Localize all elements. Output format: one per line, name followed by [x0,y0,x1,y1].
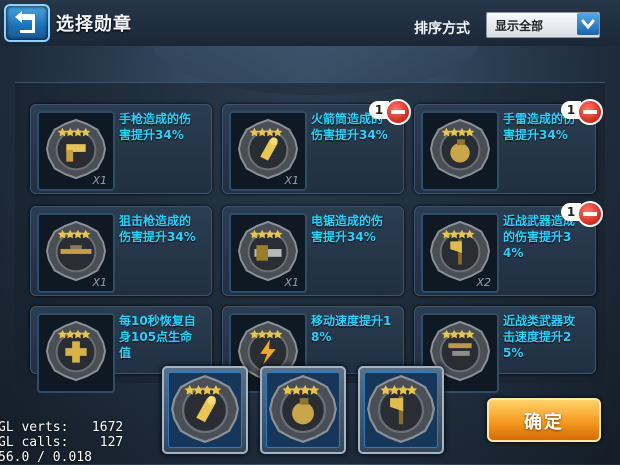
selected-medal-slot[interactable] [260,366,346,454]
medal-card[interactable]: 手雷造成的伤害提升34% 1 [414,99,603,194]
medal-description: 每10秒恢复自身105点生命值 [119,314,196,360]
medal-slot: X1 [229,111,307,191]
sort-dropdown[interactable]: 显示全部 [486,12,600,38]
remove-medal-control[interactable]: 1 [561,99,607,125]
confirm-button-label: 确定 [524,412,564,433]
medal-quantity: X2 [476,276,491,289]
medal-slot: X2 [421,213,499,293]
medal-quantity: X1 [284,174,299,187]
medal-card[interactable]: X1 狙击枪造成的伤害提升34% [30,206,212,296]
debug-line: 56.0 / 0.018 [0,450,92,465]
medal-card[interactable]: X2 近战武器造成的伤害提升34% 1 [414,201,603,296]
debug-line: GL verts: 1672 [0,420,124,435]
chevron-down-icon[interactable] [577,13,599,35]
medal-card[interactable]: X1 手枪造成的伤害提升34% [30,104,212,194]
medal-quantity: X1 [284,276,299,289]
medal-description: 手枪造成的伤害提升34% [119,112,192,142]
selected-medal-slot[interactable] [358,366,444,454]
medal-card[interactable]: X1 火箭筒造成的伤害提升34% 1 [222,99,411,194]
confirm-button[interactable]: 确定 [487,398,601,442]
sort-dropdown-value: 显示全部 [495,19,544,33]
medal-slot [421,111,499,191]
medal-quantity: X1 [92,276,107,289]
selected-medal-slot[interactable] [162,366,248,454]
debug-stats: GL verts: 1672 GL calls: 127 56.0 / 0.018 [0,420,123,465]
health-cross-icon [45,320,107,386]
medal-description: 近战类武器攻击速度提升25% [503,314,576,360]
medal-slot: X1 [37,111,115,191]
minus-icon[interactable] [577,99,603,125]
remove-medal-control[interactable]: 1 [369,99,415,125]
grenade-icon [429,118,491,184]
medal-card[interactable]: 每10秒恢复自身105点生命值 [30,306,212,393]
debug-line: GL calls: 127 [0,435,124,450]
medal-description: 电锯造成的伤害提升34% [311,214,384,244]
medal-description: 狙击枪造成的伤害提升34% [119,214,196,244]
minus-icon[interactable] [385,99,411,125]
remove-medal-control[interactable]: 1 [561,201,607,227]
back-button[interactable] [4,4,50,42]
medal-quantity: X1 [92,174,107,187]
medal-slot: X1 [229,213,307,293]
medal-card[interactable]: 移动速度提升18% [222,306,404,393]
medal-slot: X1 [37,213,115,293]
page-title: 选择勋章 [56,14,132,35]
minus-icon[interactable] [577,201,603,227]
medal-card[interactable]: X1 电锯造成的伤害提升34% [222,206,404,296]
back-arrow-icon [15,11,35,33]
medal-slot [37,313,115,393]
medal-card[interactable]: 近战类武器攻击速度提升25% [414,306,596,393]
medal-description: 移动速度提升18% [311,314,392,344]
sort-label: 排序方式 [414,21,470,37]
